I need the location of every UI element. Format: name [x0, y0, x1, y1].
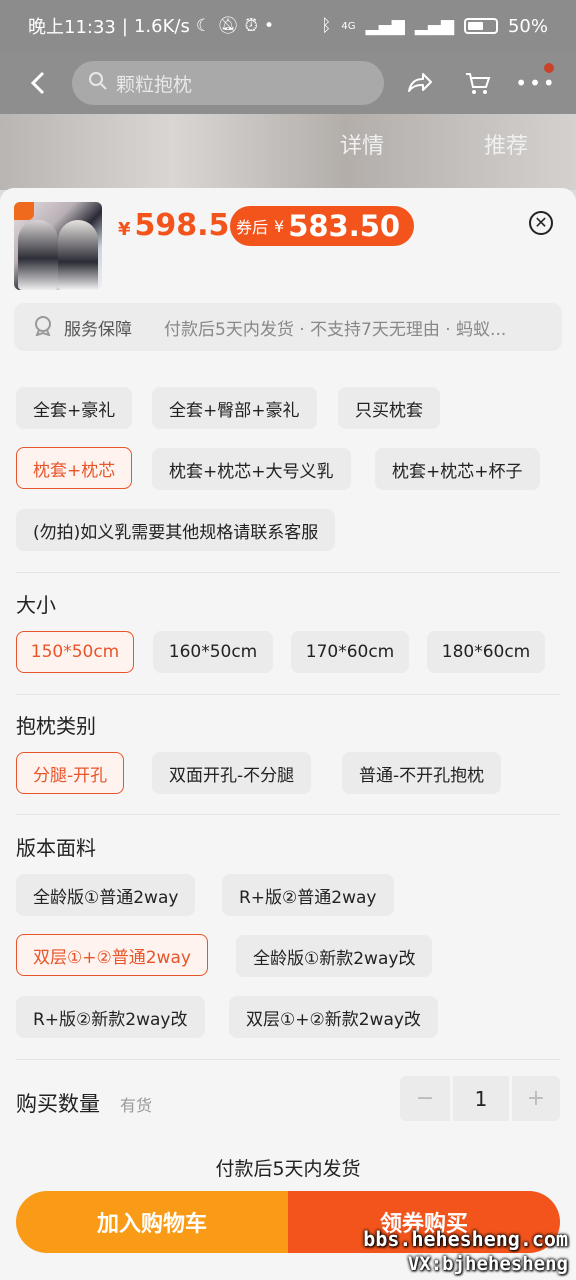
option-fabric[interactable]: R+版②普通2way — [222, 874, 394, 916]
option-set[interactable]: 枕套+枕芯+大号义乳 — [152, 448, 351, 490]
service-text: 付款后5天内发货 · 不支持7天无理由 · 蚂蚁... — [164, 319, 507, 340]
coupon-price-badge: 券后 ¥ 583.50 — [230, 206, 415, 246]
option-fabric[interactable]: R+版②新款2way改 — [16, 996, 205, 1038]
watermark-line-1: bbs.hehesheng.com — [363, 1227, 568, 1251]
dot-icon: • — [263, 16, 274, 36]
stock-status: 有货 — [120, 1096, 153, 1115]
status-speed: 1.6K/s — [133, 15, 190, 37]
product-thumbnail[interactable] — [14, 202, 102, 290]
top-nav: 颗粒抱枕 ••• — [0, 52, 576, 114]
tab-recommend[interactable]: 推荐 — [484, 128, 528, 160]
divider — [16, 572, 560, 573]
share-icon[interactable] — [398, 61, 442, 105]
option-size[interactable]: 170*60cm — [291, 631, 409, 673]
option-set[interactable]: 只买枕套 — [338, 387, 440, 429]
cart-icon[interactable] — [456, 61, 500, 105]
sku-sheet: ¥ 598.5 券后 ¥ 583.50 ✕ 服务保障 付款后5天内发货 · 不支… — [0, 188, 576, 1280]
battery-level: 50% — [507, 15, 548, 37]
price: ¥ 598.5 — [118, 208, 230, 243]
coupon-price-value: 583.50 — [288, 209, 401, 243]
section-title-size: 大小 — [16, 593, 56, 617]
signal-icon: ▂▄▆ — [365, 16, 405, 36]
bluetooth-icon: ᛒ — [321, 16, 332, 36]
option-size-selected[interactable]: 150*50cm — [16, 631, 134, 673]
section-title-type: 抱枕类别 — [16, 714, 96, 738]
service-label: 服务保障 — [64, 319, 132, 340]
status-bar: 晚上11:33 | 1.6K/s ☾ 🔕︎ ⏰︎ • ᛒ 4G ▂▄▆ ▂▄▆ … — [0, 0, 576, 52]
divider — [16, 814, 560, 815]
status-time: 晚上11:33 — [28, 17, 116, 38]
divider — [16, 694, 560, 695]
battery-icon — [463, 18, 498, 34]
quantity-input[interactable]: 1 — [453, 1076, 509, 1121]
option-fabric[interactable]: 双层①+②新款2way改 — [229, 996, 438, 1038]
mute-bell-icon: 🔕︎ — [217, 16, 239, 36]
notification-dot — [544, 63, 554, 73]
back-arrow-icon[interactable] — [18, 63, 58, 103]
option-fabric-selected[interactable]: 双层①+②普通2way — [16, 934, 208, 976]
close-icon[interactable]: ✕ — [529, 211, 553, 235]
quantity-minus-button[interactable]: − — [400, 1076, 450, 1121]
quantity-plus-button[interactable]: + — [512, 1076, 560, 1121]
option-fabric[interactable]: 全龄版①新款2way改 — [236, 935, 433, 977]
option-set[interactable]: 枕套+枕芯+杯子 — [375, 448, 540, 490]
shield-icon — [32, 314, 54, 341]
add-to-cart-button[interactable]: 加入购物车 — [16, 1191, 288, 1253]
option-set[interactable]: (勿拍)如义乳需要其他规格请联系客服 — [16, 509, 336, 551]
alarm-icon: ⏰︎ — [244, 16, 258, 36]
search-input[interactable]: 颗粒抱枕 — [72, 61, 384, 105]
option-set[interactable]: 全套+豪礼 — [16, 387, 133, 429]
search-text: 颗粒抱枕 — [116, 73, 193, 96]
option-fabric[interactable]: 全龄版①普通2way — [16, 874, 196, 916]
option-type[interactable]: 双面开孔-不分腿 — [152, 752, 312, 794]
option-set[interactable]: 全套+臀部+豪礼 — [152, 387, 317, 429]
option-size[interactable]: 160*50cm — [153, 631, 273, 673]
price-value: 598.5 — [134, 208, 230, 243]
watermark-line-2: VX:bjhehesheng — [407, 1253, 568, 1275]
shipping-note: 付款后5天内发货 — [215, 1158, 361, 1180]
product-banner: 详情 推荐 — [0, 114, 576, 190]
more-icon[interactable]: ••• — [514, 61, 558, 105]
tab-detail[interactable]: 详情 — [340, 128, 384, 160]
option-type-selected[interactable]: 分腿-开孔 — [16, 752, 125, 794]
divider — [16, 1059, 560, 1060]
option-size[interactable]: 180*60cm — [427, 631, 545, 673]
moon-icon: ☾ — [195, 16, 212, 36]
signal-icon-2: ▂▄▆ — [414, 16, 454, 36]
network-label: 4G — [341, 20, 356, 32]
option-set-selected[interactable]: 枕套+枕芯 — [16, 447, 133, 489]
search-icon — [88, 71, 108, 96]
badge-icon — [14, 202, 34, 220]
service-guarantee[interactable]: 服务保障 付款后5天内发货 · 不支持7天无理由 · 蚂蚁... — [14, 303, 562, 351]
quantity-label: 购买数量 — [16, 1092, 100, 1116]
section-title-fabric: 版本面料 — [16, 836, 96, 860]
option-type[interactable]: 普通-不开孔抱枕 — [342, 752, 502, 794]
